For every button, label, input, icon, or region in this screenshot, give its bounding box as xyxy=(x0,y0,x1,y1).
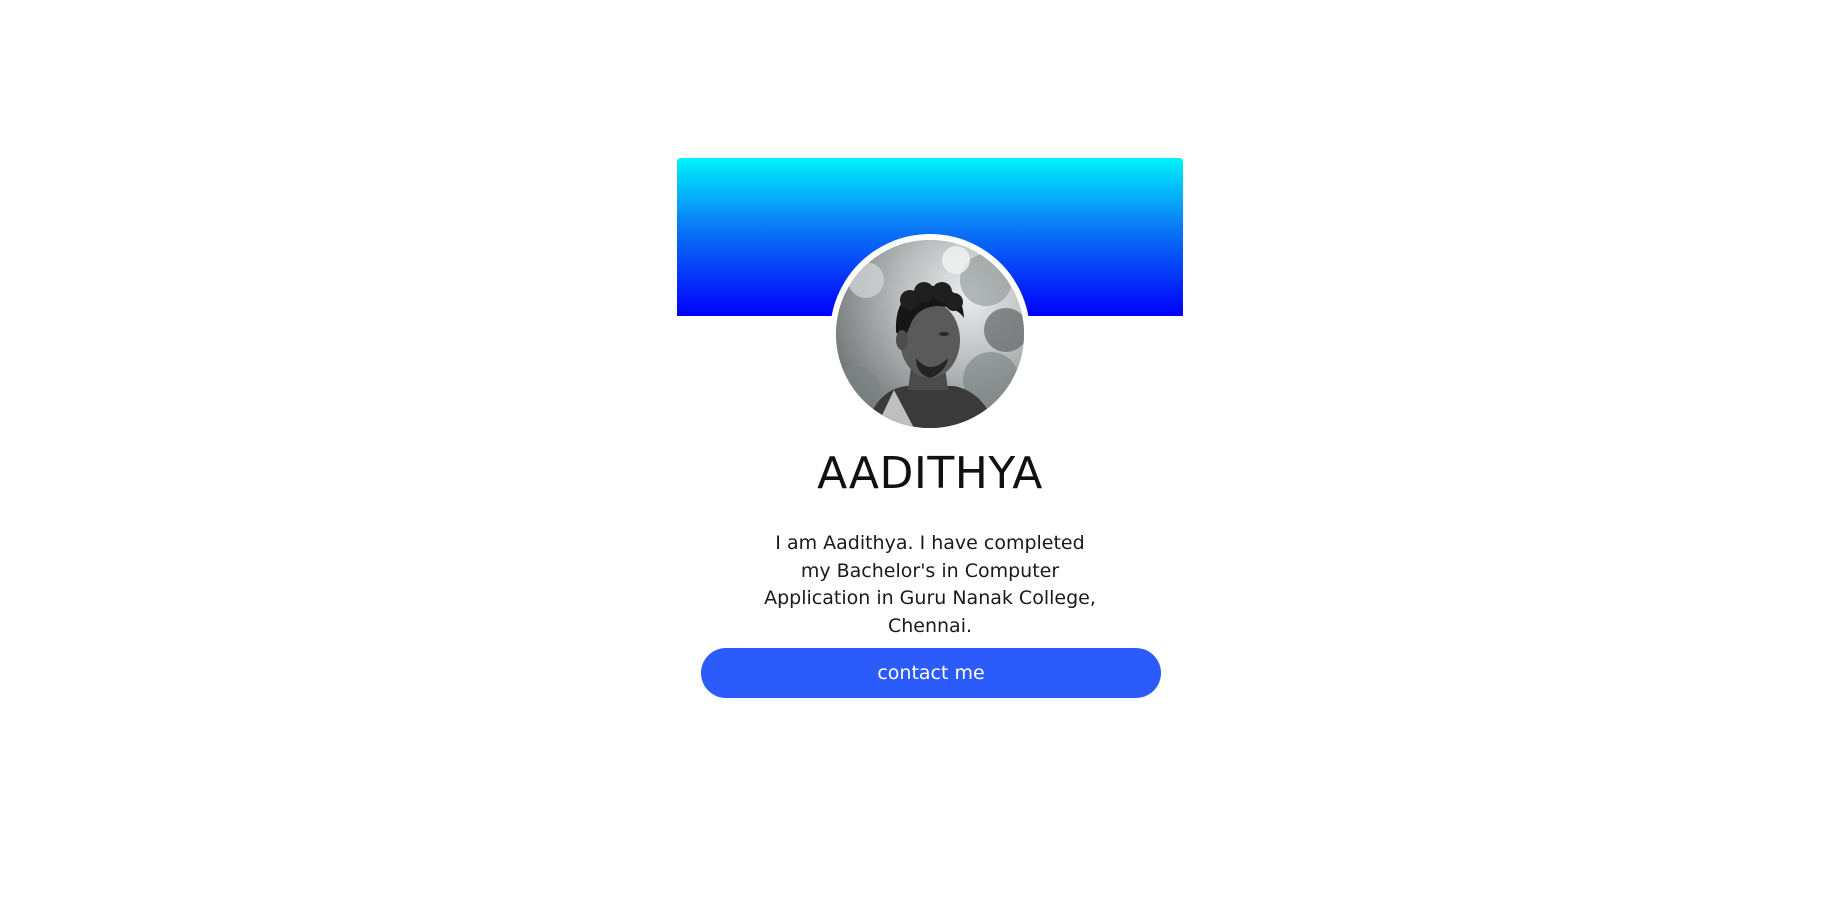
contact-me-button[interactable]: contact me xyxy=(701,648,1161,698)
profile-card: AADITHYA I am Aadithya. I have completed… xyxy=(677,158,1183,718)
profile-bio: I am Aadithya. I have completed my Bache… xyxy=(764,532,1096,637)
avatar xyxy=(836,240,1024,428)
profile-name: AADITHYA xyxy=(817,448,1043,499)
avatar-frame xyxy=(830,234,1030,434)
avatar-photo xyxy=(836,240,1024,428)
